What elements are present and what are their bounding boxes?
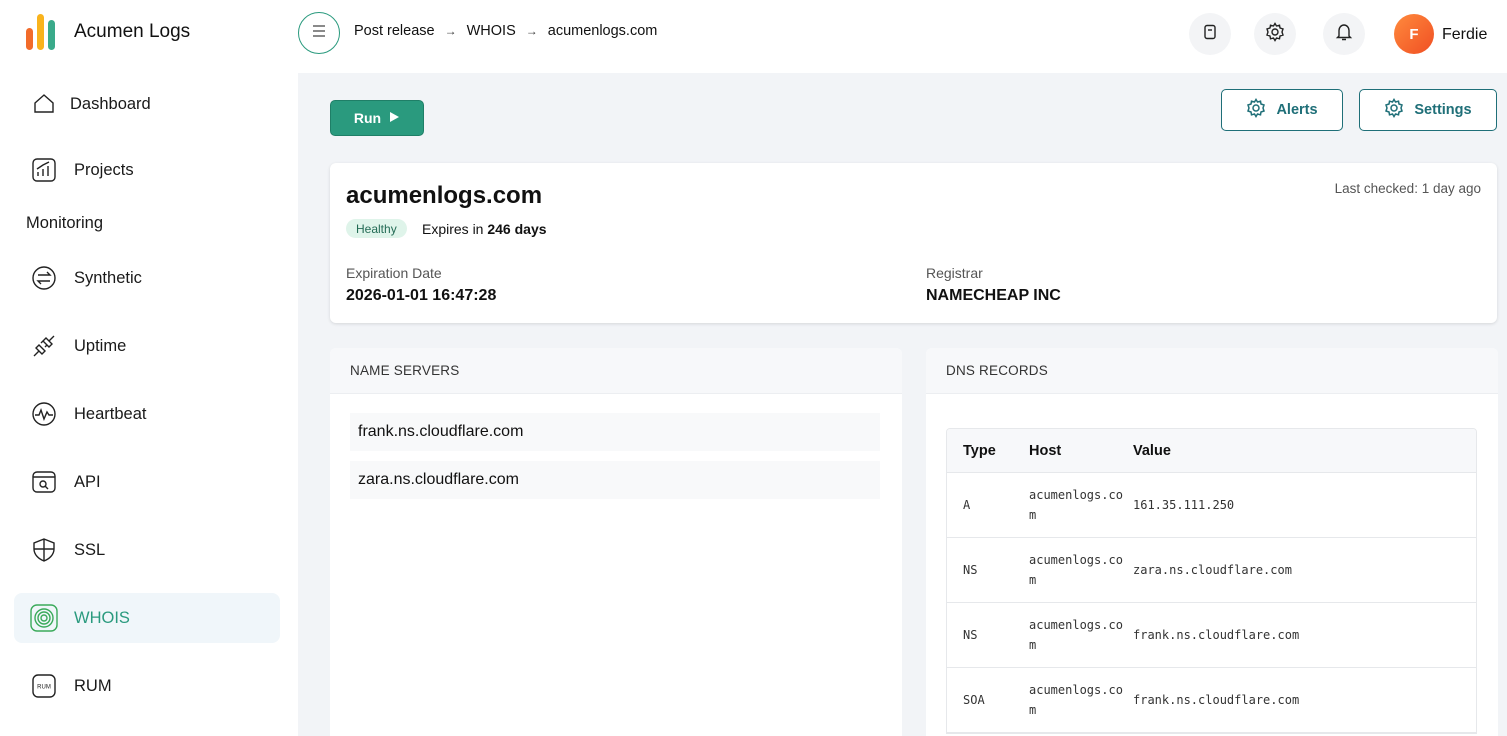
breadcrumb-item[interactable]: WHOIS [467,23,516,39]
gear-icon [1265,21,1285,47]
whois-icon [30,604,58,632]
table-row: A acumenlogs.com 161.35.111.250 [947,473,1476,538]
rum-icon: RUM [30,672,58,700]
sidebar-item-label: Heartbeat [74,404,147,423]
settings-gear-button[interactable] [1254,13,1296,55]
home-icon [30,90,58,118]
user-name[interactable]: Ferdie [1442,26,1487,44]
record-host: acumenlogs.com [1029,618,1123,652]
column-header-type: Type [963,442,996,459]
heartbeat-icon [30,400,58,428]
dns-records-title: DNS RECORDS [926,348,1498,394]
sidebar-item-label: RUM [74,676,112,695]
sidebar-item-label: Uptime [74,336,127,355]
registrar-label: Registrar [926,265,983,281]
alerts-button[interactable]: Alerts [1221,89,1343,131]
sidebar-item-ssl[interactable]: SSL [14,525,280,575]
shield-icon [30,536,58,564]
record-value: 161.35.111.250 [1133,498,1235,512]
record-type: NS [963,628,978,642]
table-header: Type Host Value [947,429,1476,473]
record-type: A [963,498,971,512]
expires-info: Expires in 246 days [422,221,547,237]
list-item: zara.ns.cloudflare.com [350,461,880,499]
name-servers-panel: NAME SERVERS frank.ns.cloudflare.com zar… [330,348,902,736]
sidebar-item-label: Projects [74,160,134,179]
settings-button[interactable]: Settings [1359,89,1497,131]
last-checked: Last checked: 1 day ago [1334,181,1481,196]
record-value: zara.ns.cloudflare.com [1133,563,1292,577]
play-icon [389,110,400,126]
logo-icon [26,14,58,50]
domain-title: acumenlogs.com [346,182,543,209]
column-header-value: Value [1133,442,1171,459]
chart-icon [30,156,58,184]
avatar[interactable]: F [1394,14,1434,54]
docs-button[interactable] [1189,13,1231,55]
record-host: acumenlogs.com [1029,488,1123,522]
book-icon [1202,24,1218,45]
breadcrumb-item[interactable]: Post release [354,23,435,39]
sidebar-item-dashboard[interactable]: Dashboard [14,79,280,129]
run-button-label: Run [353,110,382,126]
record-host: acumenlogs.com [1029,553,1123,587]
app-name: Acumen Logs [74,21,191,42]
sidebar-item-uptime[interactable]: Uptime [14,321,280,371]
gear-icon [1246,98,1266,122]
table-row: NS acumenlogs.com frank.ns.cloudflare.co… [947,603,1476,668]
sidebar-item-projects[interactable]: Projects [14,145,280,195]
arrow-right-icon: → [444,24,457,38]
sidebar-item-synthetic[interactable]: Synthetic [14,253,280,303]
sidebar-item-label: Synthetic [74,268,142,287]
sidebar-item-whois[interactable]: WHOIS [14,593,280,643]
notifications-button[interactable] [1323,13,1365,55]
sidebar-item-label: Dashboard [70,94,151,113]
sidebar-item-label: SSL [74,540,106,559]
domain-summary-card: acumenlogs.com Last checked: 1 day ago H… [330,163,1497,323]
rum-icon-label: RUM [37,685,51,691]
name-servers-title: NAME SERVERS [330,348,902,394]
sidebar-item-label: WHOIS [74,608,130,627]
hamburger-icon [312,24,326,42]
list-item: frank.ns.cloudflare.com [350,413,880,451]
expiration-date-value: 2026-01-01 16:47:28 [346,287,497,304]
settings-button-label: Settings [1414,102,1472,118]
expires-days: 246 days [487,221,547,237]
table-row: NS acumenlogs.com zara.ns.cloudflare.com [947,538,1476,603]
record-host: acumenlogs.com [1029,683,1123,717]
synthetic-icon [30,264,58,292]
sidebar-item-api[interactable]: API [14,457,280,507]
record-value: frank.ns.cloudflare.com [1133,628,1300,642]
menu-toggle-button[interactable] [298,12,340,54]
sidebar-item-heartbeat[interactable]: Heartbeat [14,389,280,439]
run-button[interactable]: Run [330,100,424,136]
top-bar: Post release → WHOIS → acumenlogs.com F … [298,0,1507,73]
app-logo[interactable]: Acumen Logs [26,14,190,50]
expiration-date-label: Expiration Date [346,265,442,281]
expires-prefix: Expires in [422,221,488,237]
monitoring-section-title: Monitoring [26,214,104,232]
sidebar-item-label: API [74,472,101,491]
record-type: SOA [963,693,985,707]
sidebar-item-rum[interactable]: RUM RUM [14,661,280,711]
registrar-value: NAMECHEAP INC [926,287,1061,304]
alerts-button-label: Alerts [1276,102,1318,118]
breadcrumb: Post release → WHOIS → acumenlogs.com [354,23,657,39]
bell-icon [1334,22,1354,47]
column-header-host: Host [1029,442,1062,459]
gear-icon [1384,98,1404,122]
api-icon [30,468,58,496]
dns-records-table: Type Host Value A acumenlogs.com 161.35.… [946,428,1477,734]
table-row: SOA acumenlogs.com frank.ns.cloudflare.c… [947,668,1476,733]
status-badge: Healthy [346,219,407,238]
sidebar: Acumen Logs Dashboard Projects Monitorin… [0,0,298,736]
dns-records-panel: DNS RECORDS Type Host Value A acumenlogs… [926,348,1498,736]
arrow-right-icon: → [525,24,538,38]
plug-icon [30,332,58,360]
breadcrumb-item: acumenlogs.com [547,23,658,39]
record-value: frank.ns.cloudflare.com [1133,693,1300,707]
record-type: NS [963,563,978,577]
